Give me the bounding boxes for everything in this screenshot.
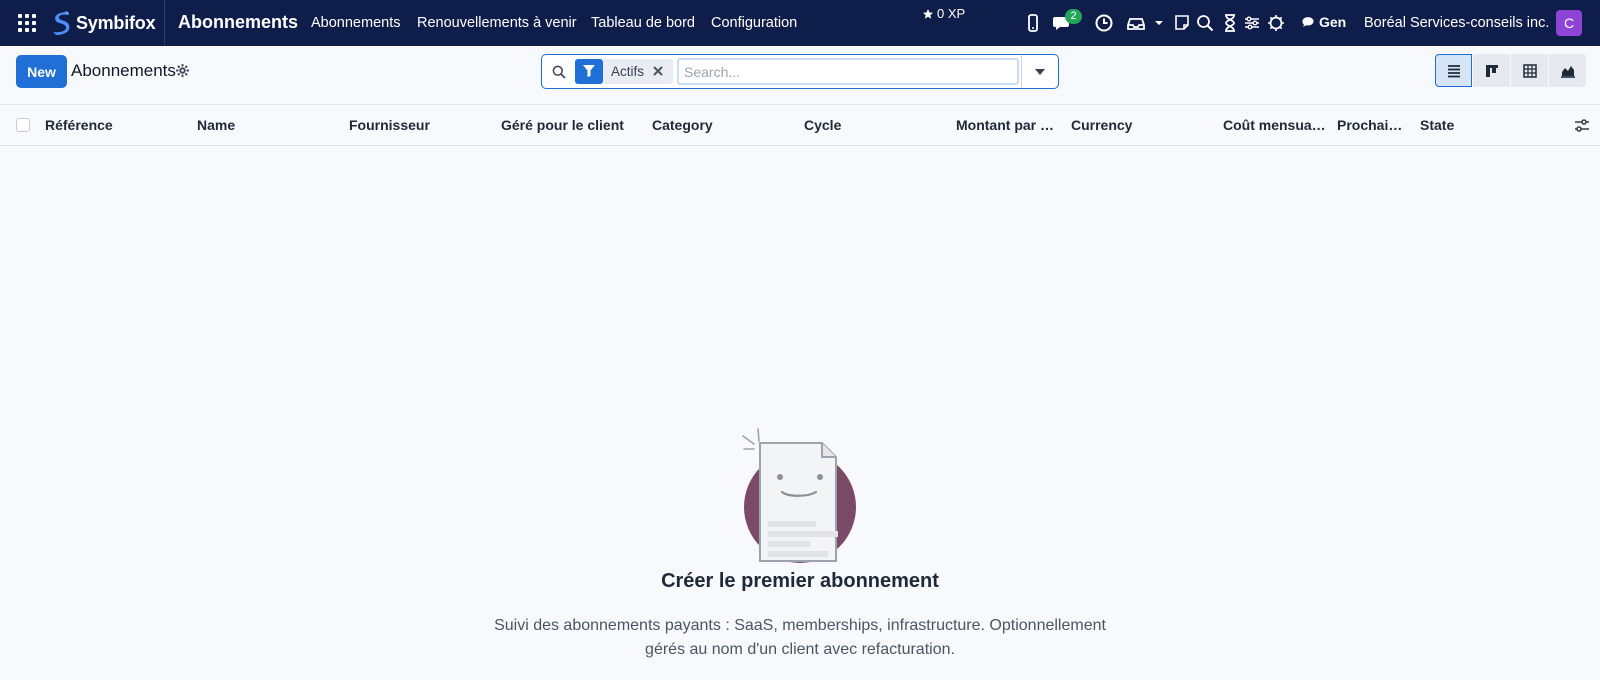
chevron-down-icon [1035,69,1045,75]
hourglass-icon[interactable] [1220,13,1240,33]
star-icon [923,8,933,19]
navbar-divider [164,0,165,46]
inbox-icon[interactable] [1126,13,1146,33]
empty-state-description: Suivi des abonnements payants : SaaS, me… [494,617,1106,658]
graph-icon [1560,65,1575,78]
column-header-name[interactable]: Name [197,117,235,133]
app-title[interactable]: Abonnements [178,12,298,33]
menu-abonnements[interactable]: Abonnements [311,15,400,31]
column-header-category[interactable]: Category [652,117,713,133]
settings-sliders-icon[interactable] [1242,13,1262,33]
user-avatar[interactable]: C [1556,10,1582,36]
search-bar: Actifs [541,54,1059,89]
filter-facet-icon [575,59,603,84]
breadcrumb-title: Abonnements [71,61,176,80]
empty-state-title: Créer le premier abonnement [661,570,939,592]
column-header-cycle[interactable]: Cycle [804,117,841,133]
graph-view-button[interactable] [1549,54,1586,87]
search-input[interactable] [677,58,1019,85]
list-header: Référence Name Fournisseur Géré pour le … [0,105,1600,146]
menu-configuration[interactable]: Configuration [711,15,797,31]
note-icon[interactable] [1172,13,1192,33]
company-switcher[interactable]: Boréal Services-conseils inc. [1364,15,1549,31]
new-button[interactable]: New [16,55,67,88]
column-header-gere-pour-client[interactable]: Géré pour le client [501,117,624,133]
pivot-view-button[interactable] [1511,54,1548,87]
gen-label: Gen [1319,14,1347,30]
chat-badge: 2 [1065,9,1082,24]
column-header-currency[interactable]: Currency [1071,117,1132,133]
mobile-icon[interactable] [1023,13,1043,33]
control-panel: New Abonnements Actifs [0,46,1600,105]
column-header-montant[interactable]: Montant par … [956,117,1054,133]
list-icon [1447,64,1460,77]
symbifox-logo-icon [53,11,70,35]
filter-icon [583,65,595,77]
clock-icon[interactable] [1094,13,1114,33]
column-header-reference[interactable]: Référence [45,117,113,133]
top-navbar: Symbifox Abonnements Abonnements Renouve… [0,0,1600,46]
list-view-button[interactable] [1435,54,1472,87]
search-icon[interactable] [551,64,567,80]
bug-icon[interactable] [1266,13,1286,33]
caret-down-icon[interactable] [1153,13,1165,33]
column-header-cout-mensuel[interactable]: Coût mensua… [1223,117,1326,133]
kanban-view-button[interactable] [1473,54,1510,87]
column-header-state[interactable]: State [1420,117,1454,133]
select-all-checkbox[interactable] [16,118,30,132]
xp-value: 0 XP [937,6,966,21]
view-switcher [1435,54,1586,87]
close-icon[interactable] [651,64,665,78]
search-options-toggle[interactable] [1021,55,1059,88]
pivot-icon [1522,63,1537,78]
brand[interactable]: Symbifox [50,10,156,36]
column-settings-icon[interactable] [1573,117,1591,135]
filter-facet-label: Actifs [611,64,645,79]
gear-icon[interactable] [175,63,190,78]
menu-tableau-de-bord[interactable]: Tableau de bord [591,15,695,31]
column-header-fournisseur[interactable]: Fournisseur [349,117,430,133]
speech-bubble-icon [1302,17,1314,27]
column-header-prochain[interactable]: Prochai… [1337,117,1402,133]
menu-renouvellements[interactable]: Renouvellements à venir [417,15,577,31]
empty-document-illustration [742,428,856,563]
kanban-icon [1485,64,1498,77]
apps-menu-icon[interactable] [17,13,37,33]
search-icon[interactable] [1195,13,1215,33]
xp-counter[interactable]: 0 XP [922,6,965,21]
brand-name: Symbifox [76,12,156,33]
gen-assistant[interactable]: Gen [1301,14,1346,30]
